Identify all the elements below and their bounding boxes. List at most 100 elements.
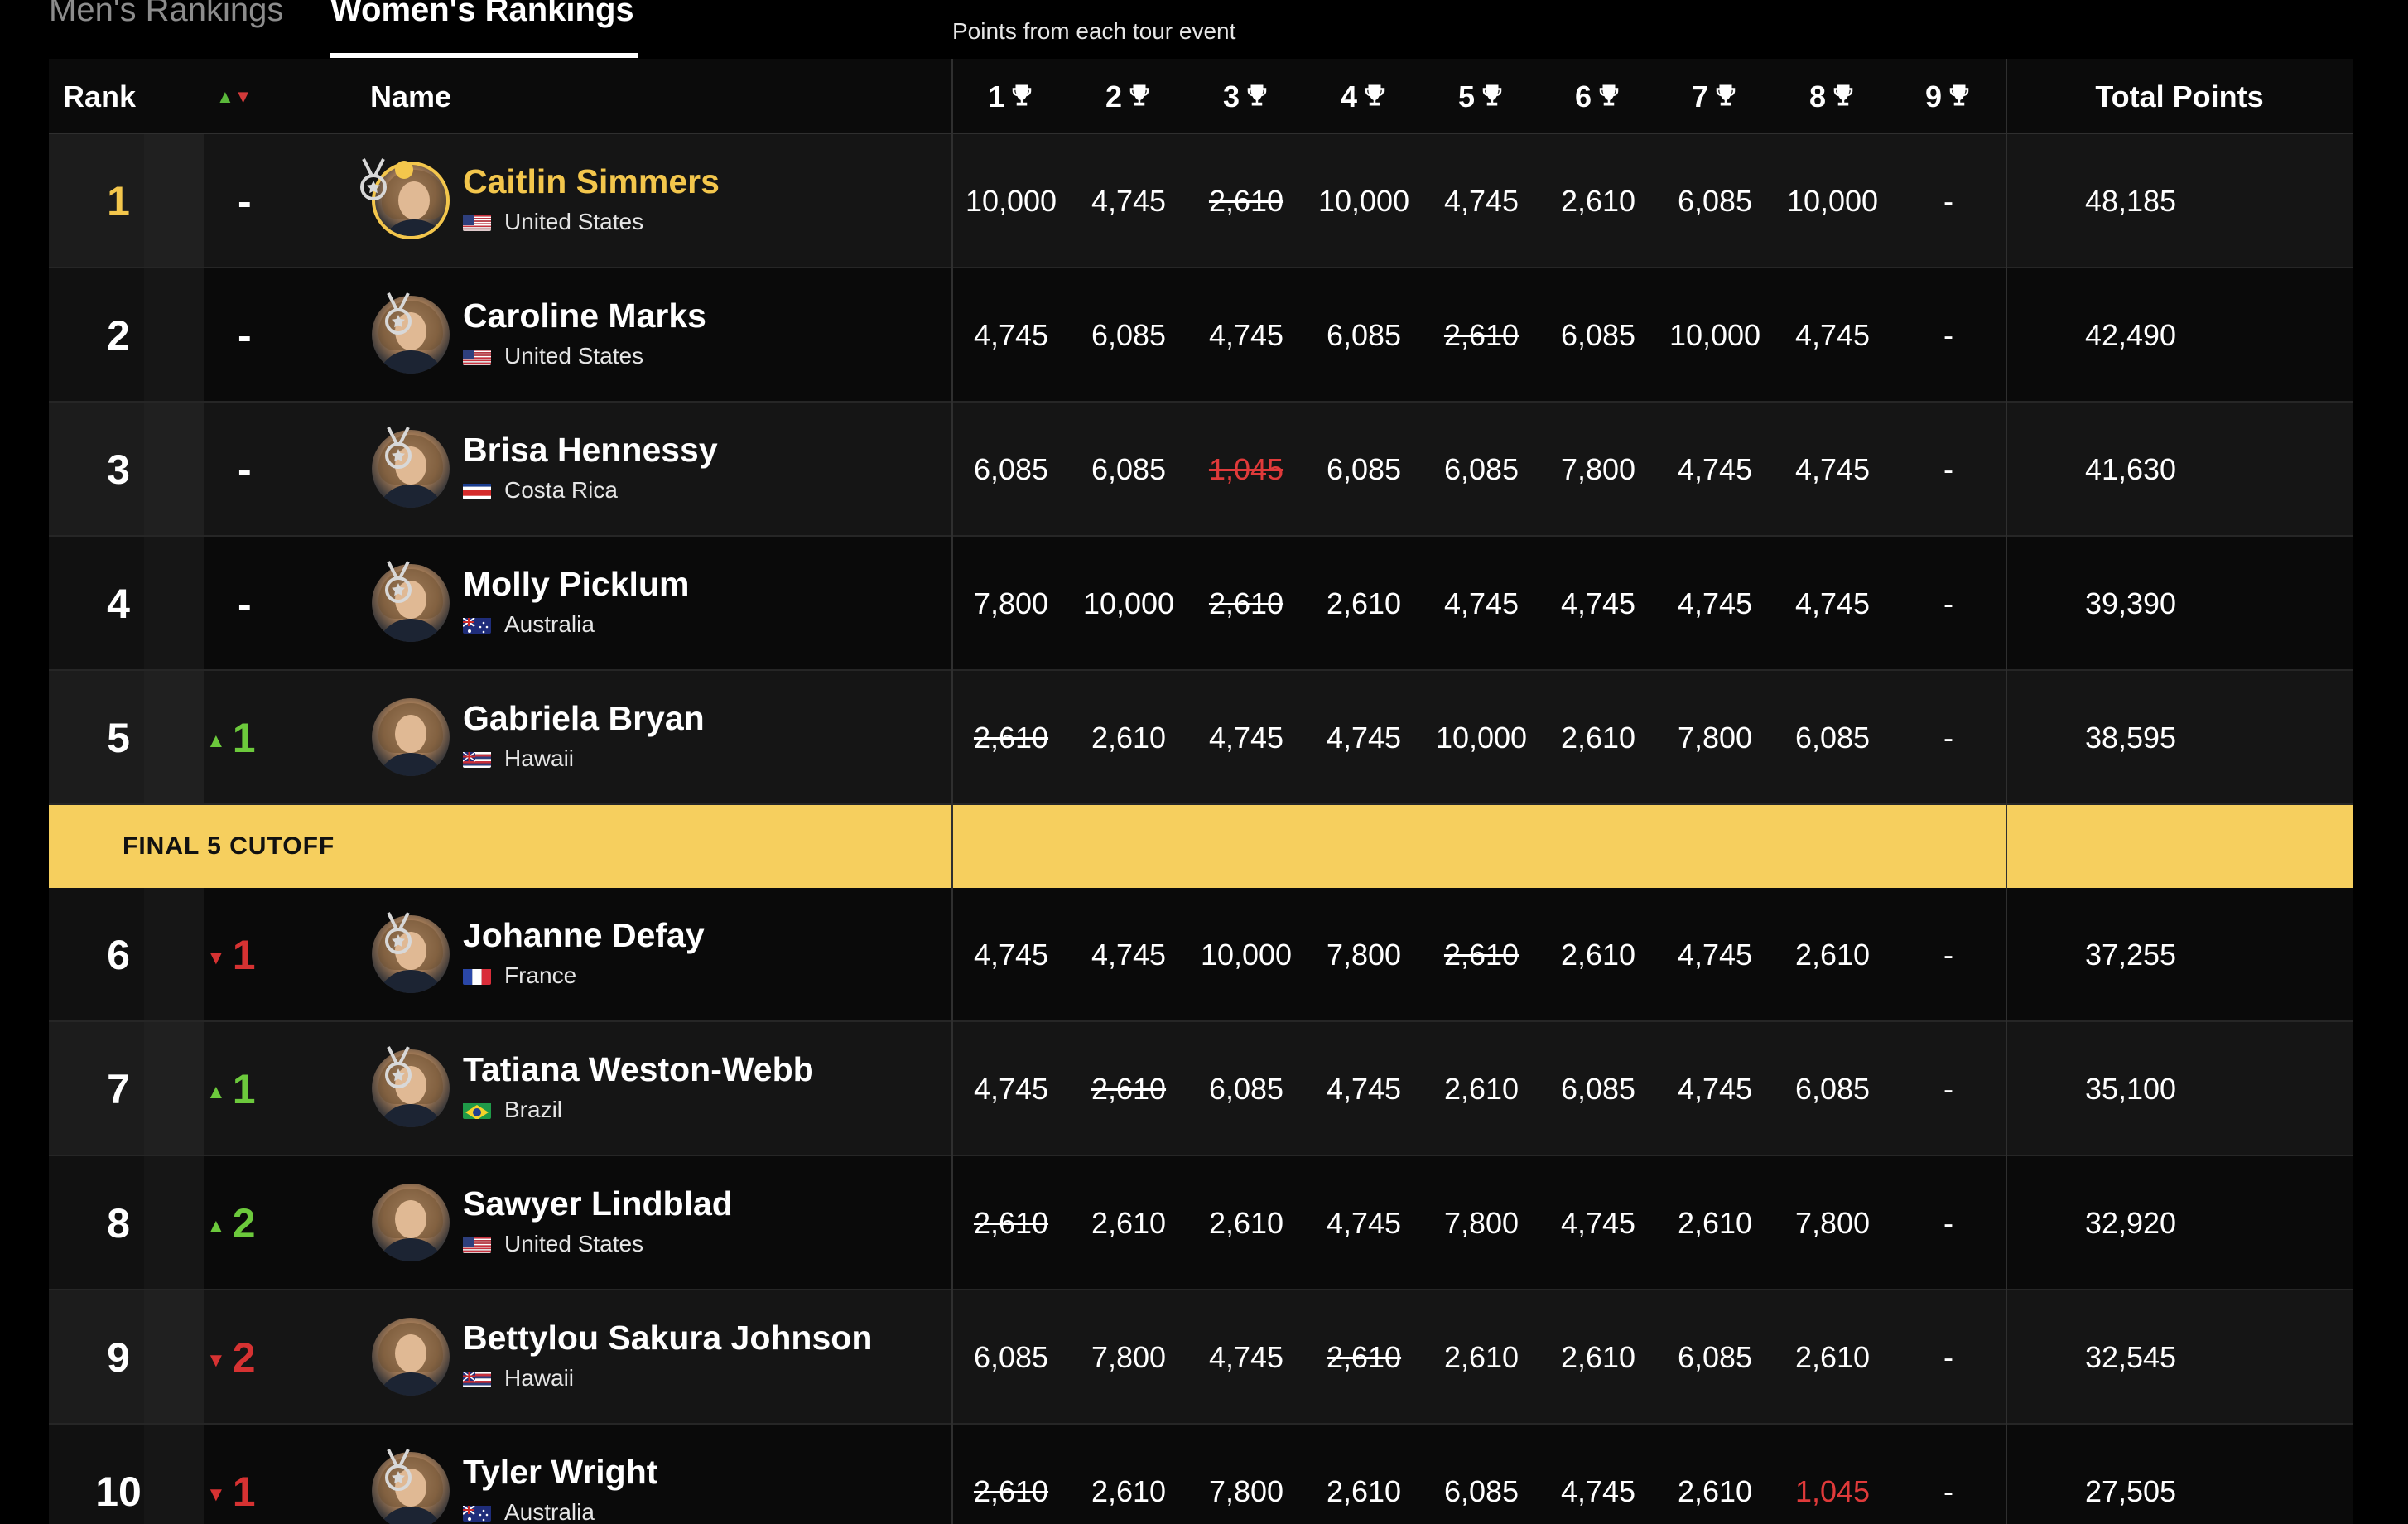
event-9-points: - (1943, 1072, 1953, 1106)
event-9-points: - (1943, 318, 1953, 352)
rank-number: 10 (95, 1469, 142, 1515)
avatar[interactable] (372, 1318, 450, 1396)
header-event-8[interactable]: 8 (1809, 59, 1856, 134)
event-2-points: 2,610 (1091, 1474, 1167, 1508)
header-event-1[interactable]: 1 (988, 59, 1034, 134)
avatar[interactable] (372, 1184, 450, 1261)
total-points: 41,630 (2084, 452, 2177, 486)
trophy-icon (1012, 84, 1032, 106)
event-5-points: 2,610 (1443, 1072, 1519, 1106)
event-6-points: 4,745 (1560, 1474, 1636, 1508)
header-event-6[interactable]: 6 (1575, 59, 1621, 134)
header-event-3[interactable]: 3 (1223, 59, 1269, 134)
rank-number: 8 (107, 1200, 130, 1247)
event-8-points: 2,610 (1794, 938, 1871, 972)
medal-icon (380, 1448, 417, 1494)
header-event-9[interactable]: 9 (1925, 59, 1972, 134)
event-4-points: 6,085 (1326, 318, 1402, 352)
surfer-name[interactable]: Bettylou Sakura Johnson (463, 1319, 872, 1358)
tab-mens-rankings[interactable]: Men's Rankings (49, 0, 283, 31)
header-event-5[interactable]: 5 (1458, 59, 1505, 134)
surfer-country: Australia (463, 611, 595, 638)
event-4-points: 7,800 (1326, 938, 1402, 972)
event-1-points: 4,745 (973, 318, 1049, 352)
event-6-points: 2,610 (1560, 721, 1636, 755)
event-4-points: 4,745 (1326, 1206, 1402, 1240)
event-1-points: 2,610 (973, 1206, 1049, 1240)
medal-icon (380, 292, 417, 338)
country-name: France (504, 962, 577, 988)
surfer-name[interactable]: Caitlin Simmers (463, 162, 720, 201)
event-9-points: - (1943, 1474, 1953, 1508)
total-points: 42,490 (2084, 318, 2177, 352)
surfer-name[interactable]: Tatiana Weston-Webb (463, 1050, 814, 1089)
event-1-points: 6,085 (973, 1340, 1049, 1374)
movement-value: 1 (232, 1066, 256, 1112)
event-7-points: 6,085 (1677, 1340, 1753, 1374)
header-event-number: 5 (1457, 80, 1476, 113)
surfer-name[interactable]: Johanne Defay (463, 916, 705, 955)
surfer-country: Hawaii (463, 1365, 574, 1391)
event-3-points: 1,045 (1208, 452, 1284, 486)
event-8-points: 4,745 (1794, 586, 1871, 620)
movement-value: 2 (232, 1200, 256, 1247)
event-5-points: 4,745 (1443, 184, 1519, 218)
event-8-points: 2,610 (1794, 1340, 1871, 1374)
header-name[interactable]: Name (370, 59, 451, 134)
sort-movement-toggle[interactable]: ▲▼ (216, 59, 253, 134)
active-tab-underline (330, 53, 638, 58)
country-name: United States (504, 1231, 644, 1256)
movement-value: 1 (232, 715, 256, 761)
surfer-country: Brazil (463, 1097, 562, 1123)
arrow-up-icon: ▲ (206, 1081, 226, 1103)
total-points: 38,595 (2084, 721, 2177, 755)
event-6-points: 6,085 (1560, 318, 1636, 352)
event-8-points: 6,085 (1794, 1072, 1871, 1106)
surfer-country: France (463, 962, 576, 989)
event-4-points: 2,610 (1326, 586, 1402, 620)
flag-au-icon (463, 615, 491, 634)
header-event-number: 1 (987, 80, 1005, 113)
event-9-points: - (1943, 721, 1953, 755)
surfer-name[interactable]: Tyler Wright (463, 1453, 657, 1492)
header-event-2[interactable]: 2 (1105, 59, 1152, 134)
rank-number: 2 (107, 312, 130, 359)
header-event-7[interactable]: 7 (1692, 59, 1738, 134)
surfer-name[interactable]: Molly Picklum (463, 565, 689, 604)
tab-womens-rankings[interactable]: Women's Rankings (330, 0, 634, 31)
medal-icon (380, 426, 417, 472)
flag-fr-icon (463, 967, 491, 985)
header-rank[interactable]: Rank (63, 59, 136, 134)
arrow-up-icon: ▲ (206, 730, 226, 752)
avatar[interactable] (372, 698, 450, 776)
event-8-points: 6,085 (1794, 721, 1871, 755)
movement-value: - (238, 446, 252, 493)
surfer-country: Hawaii (463, 745, 574, 772)
surfer-name[interactable]: Sawyer Lindblad (463, 1184, 733, 1223)
movement-value: 1 (232, 932, 256, 978)
surfer-name[interactable]: Gabriela Bryan (463, 699, 705, 738)
event-7-points: 2,610 (1677, 1474, 1753, 1508)
event-4-points: 4,745 (1326, 721, 1402, 755)
event-8-points: 4,745 (1794, 318, 1871, 352)
country-name: Costa Rica (504, 477, 618, 503)
medal-icon (355, 157, 392, 204)
medal-icon (380, 560, 417, 606)
total-points: 39,390 (2084, 586, 2177, 620)
total-points: 32,545 (2084, 1340, 2177, 1374)
surfer-name[interactable]: Caroline Marks (463, 297, 706, 335)
total-points: 48,185 (2084, 184, 2177, 218)
flag-hi-icon (463, 1369, 491, 1387)
surfer-name[interactable]: Brisa Hennessy (463, 431, 718, 470)
header-event-number: 8 (1808, 80, 1827, 113)
country-name: Australia (504, 1499, 595, 1524)
flag-au-icon (463, 1503, 491, 1522)
header-event-4[interactable]: 4 (1341, 59, 1387, 134)
rankings-page: Men's Rankings Women's Rankings Points f… (0, 0, 2408, 1524)
event-4-points: 2,610 (1326, 1474, 1402, 1508)
event-1-points: 10,000 (965, 184, 1057, 218)
event-1-points: 7,800 (973, 586, 1049, 620)
trophy-icon (1716, 84, 1736, 106)
event-6-points: 2,610 (1560, 184, 1636, 218)
header-total-points[interactable]: Total Points (2095, 59, 2263, 134)
